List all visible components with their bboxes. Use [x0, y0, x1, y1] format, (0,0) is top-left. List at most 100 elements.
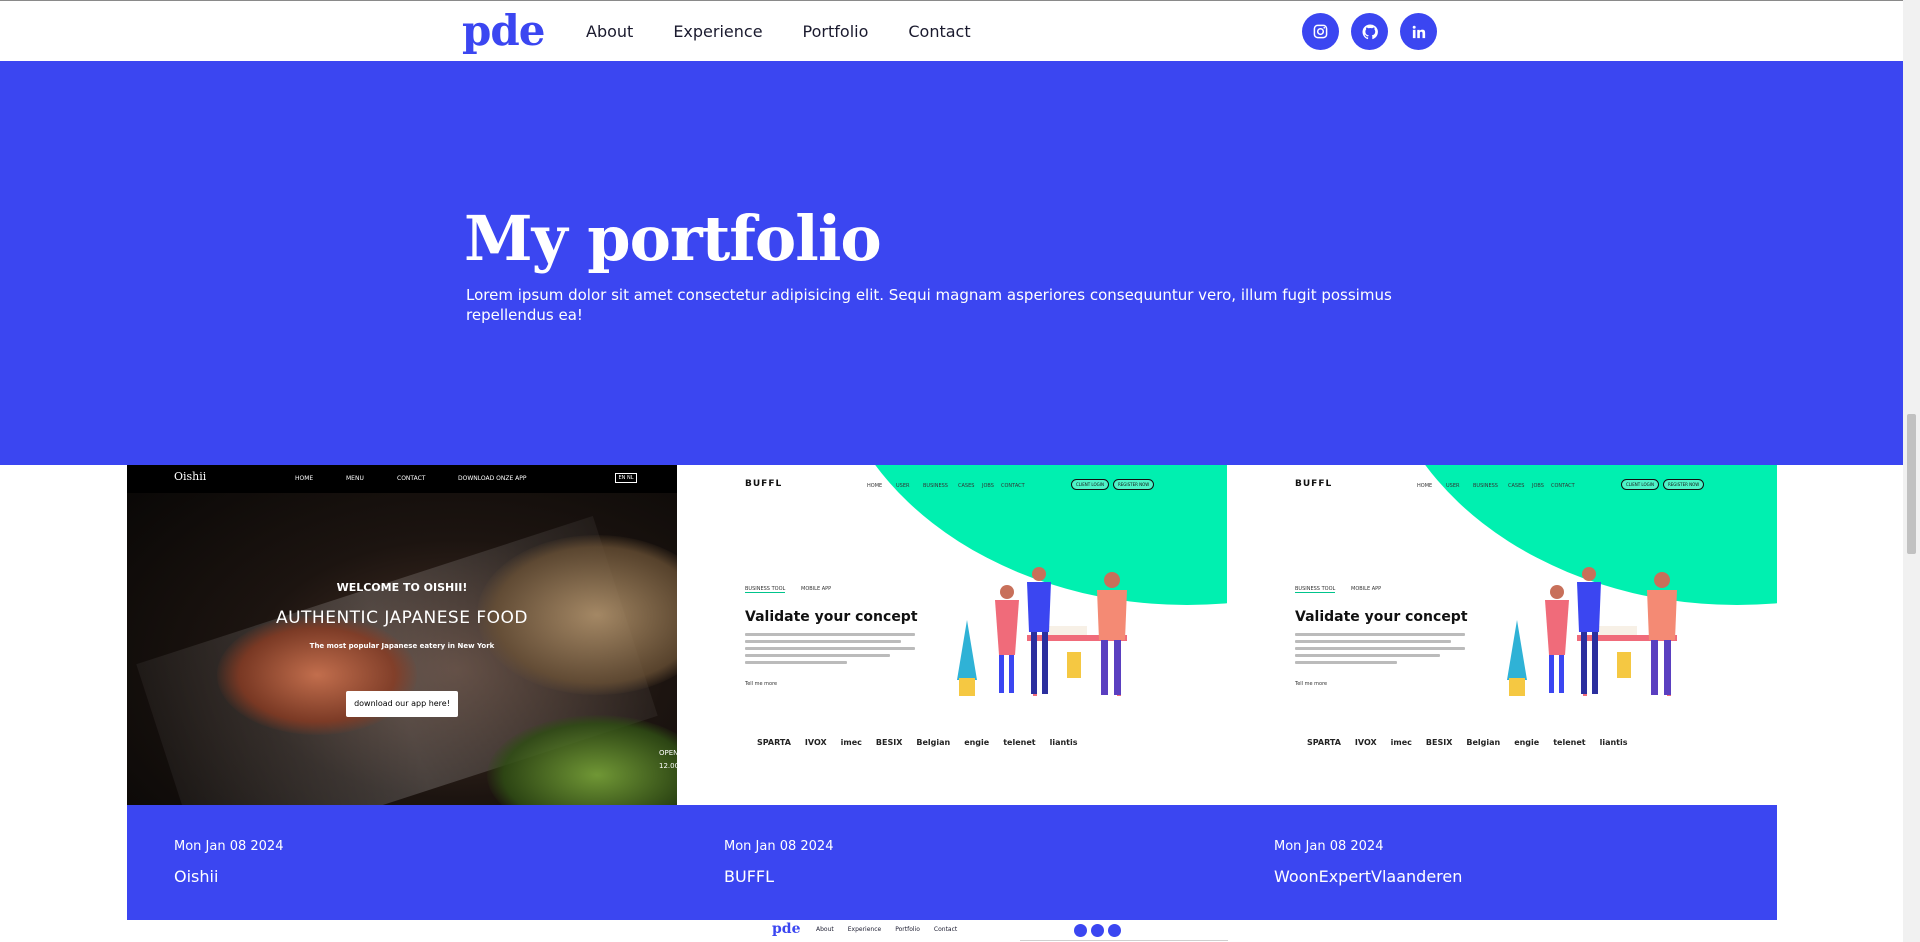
nav-link-portfolio[interactable]: Portfolio [803, 21, 869, 43]
preview-logo: BUFFL [1295, 479, 1333, 489]
site-header: pde About Experience Portfolio Contact [0, 1, 1903, 61]
client-logos: SPARTA IVOX imec BESIX Belgian engie tel… [757, 738, 1077, 747]
page-scrollbar[interactable] [1903, 0, 1920, 942]
nav-link-experience[interactable]: Experience [673, 21, 762, 43]
preview-nav-item: CONTACT [1001, 483, 1025, 489]
github-button[interactable] [1351, 13, 1388, 50]
site-footer: pde About Experience Portfolio Contact [0, 920, 1903, 942]
main-nav: About Experience Portfolio Contact [586, 21, 1011, 43]
preview-nav-item: BUSINESS [1473, 483, 1498, 489]
client-logo: Belgian [916, 738, 951, 747]
preview-more-link: Tell me more [1295, 681, 1328, 687]
salmon-shape [217, 615, 417, 735]
preview-nav-item: CONTACT [1551, 483, 1575, 489]
preview-paragraph [1295, 633, 1465, 668]
preview-tab: MOBILE APP [1351, 586, 1382, 592]
client-logos: SPARTA IVOX imec BESIX Belgian engie tel… [1307, 738, 1627, 747]
preview-nav-item: HOME [867, 483, 883, 489]
project-info: Mon Jan 08 2024 Oishii [127, 805, 677, 920]
client-logo: telenet [1553, 738, 1586, 747]
footer-link-experience[interactable]: Experience [848, 926, 881, 933]
client-logo: BESIX [1425, 738, 1453, 747]
preview-nav-item: JOBS [1532, 483, 1544, 489]
client-logo: engie [964, 738, 990, 747]
preview-hours: 12.00 [659, 762, 677, 770]
preview-login-pill: CLIENT LOGIN [1621, 479, 1659, 490]
client-logo: liantis [1049, 738, 1078, 747]
footer-link-contact[interactable]: Contact [934, 926, 957, 933]
preview-nav-item: USER [1446, 483, 1460, 489]
footer-github-icon[interactable] [1091, 924, 1104, 937]
linkedin-button[interactable] [1400, 13, 1437, 50]
preview-nav-item: HOME [295, 475, 314, 482]
client-logo: engie [1514, 738, 1540, 747]
portfolio-hero: My portfolio Lorem ipsum dolor sit amet … [0, 61, 1903, 465]
scrollbar-thumb[interactable] [1907, 414, 1916, 554]
footer-link-portfolio[interactable]: Portfolio [895, 926, 920, 933]
project-preview-image[interactable]: Oishii HOME MENU CONTACT DOWNLOAD ONZE A… [127, 465, 677, 805]
footer-linkedin-icon[interactable] [1108, 924, 1121, 937]
client-logo: BESIX [875, 738, 903, 747]
preview-open-hours: OPEN 12.00 [659, 747, 677, 773]
preview-nav-item: JOBS [982, 483, 994, 489]
client-logo: SPARTA [757, 738, 791, 747]
project-card-oishii[interactable]: Oishii HOME MENU CONTACT DOWNLOAD ONZE A… [127, 465, 677, 920]
client-logo: SPARTA [1307, 738, 1341, 747]
footer-nav: About Experience Portfolio Contact [816, 926, 957, 933]
nav-link-about[interactable]: About [586, 21, 633, 43]
preview-nav-item: CONTACT [397, 475, 426, 482]
preview-nav-item: HOME [1417, 483, 1433, 489]
preview-headline: AUTHENTIC JAPANESE FOOD [275, 608, 529, 628]
preview-open-label: OPEN [659, 749, 677, 757]
footer-link-about[interactable]: About [816, 926, 834, 933]
preview-nav-item: MENU [346, 475, 364, 482]
preview-register-pill: REGISTER NOW [1663, 479, 1705, 490]
preview-logo: Oishii [174, 470, 207, 483]
project-preview-image[interactable]: BUFFL HOME USER BUSINESS CASES JOBS CONT… [1227, 465, 1777, 805]
preview-nav-item: DOWNLOAD ONZE APP [458, 475, 527, 482]
project-title[interactable]: BUFFL [724, 867, 774, 886]
preview-logo: BUFFL [745, 479, 783, 489]
project-card-buffl[interactable]: BUFFL HOME USER BUSINESS CASES JOBS CONT… [677, 465, 1227, 920]
project-date: Mon Jan 08 2024 [724, 839, 834, 854]
client-logo: telenet [1003, 738, 1036, 747]
instagram-icon [1313, 24, 1328, 39]
social-links [1302, 13, 1437, 50]
preview-title: Validate your concept [745, 609, 918, 625]
project-date: Mon Jan 08 2024 [1274, 839, 1384, 854]
preview-more-link: Tell me more [745, 681, 778, 687]
preview-subline: The most popular Japanese eatery in New … [309, 642, 495, 650]
people-illustration-icon [1507, 567, 1677, 696]
footer-instagram-icon[interactable] [1074, 924, 1087, 937]
instagram-button[interactable] [1302, 13, 1339, 50]
preview-download-button: download our app here! [346, 691, 458, 717]
footer-divider [1020, 940, 1228, 941]
preview-lang-switch: EN NL [615, 473, 637, 483]
client-logo: imec [840, 738, 862, 747]
preview-tab: BUSINESS TOOL [745, 586, 786, 593]
github-icon [1362, 23, 1378, 39]
project-card-woonexpertvlaanderen[interactable]: BUFFL HOME USER BUSINESS CASES JOBS CONT… [1227, 465, 1777, 920]
linkedin-icon [1412, 25, 1425, 38]
client-logo: IVOX [1354, 738, 1377, 747]
project-info: Mon Jan 08 2024 WoonExpertVlaanderen [1227, 805, 1777, 920]
project-preview-image[interactable]: BUFFL HOME USER BUSINESS CASES JOBS CONT… [677, 465, 1227, 805]
client-logo: liantis [1599, 738, 1628, 747]
preview-nav-item: CASES [1508, 483, 1525, 489]
project-info: Mon Jan 08 2024 BUFFL [677, 805, 1227, 920]
project-title[interactable]: Oishii [174, 867, 218, 886]
preview-tab: MOBILE APP [801, 586, 832, 592]
preview-register-pill: REGISTER NOW [1113, 479, 1155, 490]
preview-nav-item: USER [896, 483, 910, 489]
footer-logo[interactable]: pde [772, 921, 801, 937]
project-grid: Oishii HOME MENU CONTACT DOWNLOAD ONZE A… [127, 465, 1777, 920]
hero-description: Lorem ipsum dolor sit amet consectetur a… [466, 286, 1392, 324]
preview-nav-item: BUSINESS [923, 483, 948, 489]
project-title[interactable]: WoonExpertVlaanderen [1274, 867, 1462, 886]
page-title: My portfolio [464, 202, 882, 275]
nav-link-contact[interactable]: Contact [908, 21, 970, 43]
site-logo[interactable]: pde [462, 9, 545, 53]
client-logo: IVOX [804, 738, 827, 747]
people-illustration-icon [957, 567, 1127, 696]
preview-paragraph [745, 633, 915, 668]
